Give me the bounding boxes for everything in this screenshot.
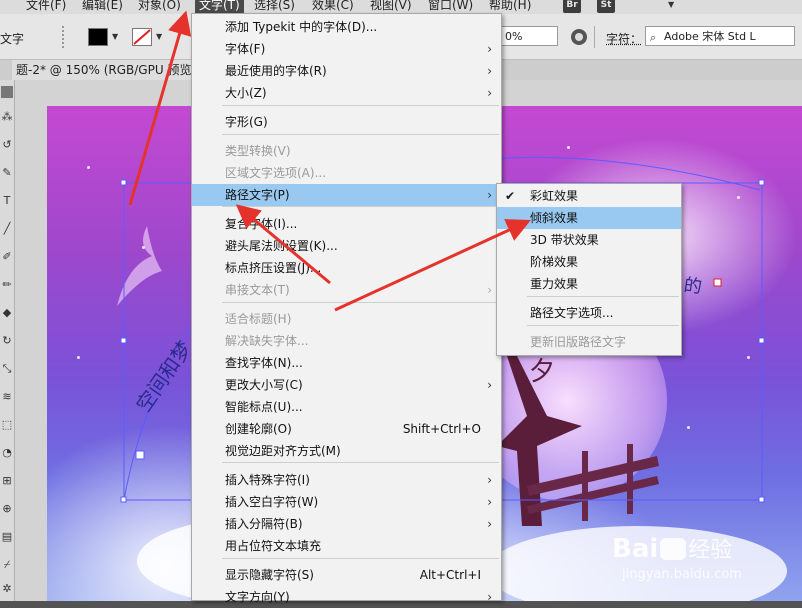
type-menu-item[interactable]: 用占位符文本填充	[192, 535, 501, 557]
path-type-item[interactable]: 倾斜效果	[497, 207, 681, 229]
menu-separator	[222, 134, 499, 135]
type-menu-item: 解决缺失字体...	[192, 330, 501, 352]
menu-item-label: 避头尾法则设置(K)...	[225, 239, 338, 253]
type-menu-item[interactable]: 文字方向(Y) ›	[192, 586, 501, 608]
menu-item-shortcut: Shift+Ctrl+O	[402, 422, 481, 436]
menu-separator	[222, 558, 499, 559]
type-menu-item[interactable]: 大小(Z) ›	[192, 82, 501, 104]
type-menu-item[interactable]: 创建轮廓(O) Shift+Ctrl+O	[192, 418, 501, 440]
checkmark-icon: ✔	[505, 189, 516, 203]
type-menu-item: 区域文字选项(A)...	[192, 162, 501, 184]
menu-separator	[222, 302, 499, 303]
submenu-arrow-icon: ›	[487, 188, 492, 202]
submenu-arrow-icon: ›	[487, 378, 492, 392]
menu-item-label: 显示隐藏字符(S)	[225, 568, 314, 582]
type-menu-item[interactable]: 插入空白字符(W) ›	[192, 491, 501, 513]
menu-item-label: 彩虹效果	[530, 189, 579, 203]
path-type-item[interactable]: ✔ 彩虹效果	[497, 185, 681, 207]
submenu-arrow-icon: ›	[487, 517, 492, 531]
menu-item-label: 更改大小写(C)	[225, 378, 303, 392]
type-menu-item: 类型转换(V)	[192, 140, 501, 162]
menu-item-label: 插入分隔符(B)	[225, 517, 303, 531]
submenu-arrow-icon: ›	[487, 495, 492, 509]
path-type-item: 更新旧版路径文字	[497, 331, 681, 353]
menu-item-label: 插入特殊字符(I)	[225, 473, 310, 487]
submenu-arrow-icon: ›	[487, 42, 492, 56]
submenu-arrow-icon: ›	[487, 473, 492, 487]
type-menu-item[interactable]: 显示隐藏字符(S) Alt+Ctrl+I	[192, 564, 501, 586]
type-menu-item[interactable]: 插入分隔符(B) ›	[192, 513, 501, 535]
type-menu: 添加 Typekit 中的字体(D)... 字体(F) › 最近使用的字体(R) › 大小…	[191, 13, 502, 604]
menu-item-label: 插入空白字符(W)	[225, 495, 319, 509]
type-menu-item[interactable]: 添加 Typekit 中的字体(D)...	[192, 16, 501, 38]
menu-separator	[222, 105, 499, 106]
baidu-logo: Bai 经验	[612, 534, 733, 564]
submenu-arrow-icon: ›	[487, 283, 492, 297]
menu-item-label: 标点挤压设置(J)...	[225, 261, 322, 275]
menu-item-label: 解决缺失字体...	[225, 334, 309, 348]
watermark-url: jingyan.baidu.com	[622, 567, 742, 582]
type-menu-item[interactable]: 标点挤压设置(J)...	[192, 257, 501, 279]
menu-separator	[527, 325, 679, 326]
path-type-item[interactable]: 3D 带状效果	[497, 229, 681, 251]
menu-item-label: 视觉边距对齐方式(M)	[225, 444, 341, 458]
menu-item-label: 大小(Z)	[225, 86, 267, 100]
menu-item-label: 最近使用的字体(R)	[225, 64, 327, 78]
type-menu-item[interactable]: 智能标点(U)...	[192, 396, 501, 418]
menu-item-label: 复合字体(I)...	[225, 217, 298, 231]
menu-item-label: 字体(F)	[225, 42, 266, 56]
type-menu-item[interactable]: 路径文字(P) ›	[192, 184, 501, 206]
path-type-submenu: ✔ 彩虹效果倾斜效果 3D 带状效果 阶梯效果重力效果路径文字选项... 更新旧版路径文…	[496, 183, 682, 356]
menu-item-label: 重力效果	[530, 277, 579, 291]
type-menu-item[interactable]: 插入特殊字符(I) ›	[192, 469, 501, 491]
menu-item-label: 查找字体(N)...	[225, 356, 303, 370]
type-menu-item[interactable]: 字形(G)	[192, 111, 501, 133]
paw-icon	[660, 538, 687, 560]
submenu-arrow-icon: ›	[487, 64, 492, 78]
type-menu-item[interactable]: 避头尾法则设置(K)...	[192, 235, 501, 257]
type-menu-item: 适合标题(H)	[192, 308, 501, 330]
type-menu-item[interactable]: 视觉边距对齐方式(M)	[192, 440, 501, 462]
menu-separator	[222, 462, 499, 463]
menu-item-label: 串接文本(T)	[225, 283, 290, 297]
type-menu-item[interactable]: 最近使用的字体(R) ›	[192, 60, 501, 82]
menu-item-label: 阶梯效果	[530, 255, 579, 269]
menu-item-label: 智能标点(U)...	[225, 400, 303, 414]
menu-item-label: 创建轮廓(O)	[225, 422, 292, 436]
path-type-item[interactable]: 路径文字选项...	[497, 302, 681, 324]
menu-item-label: 倾斜效果	[530, 211, 579, 225]
menu-item-shortcut: Alt+Ctrl+I	[419, 568, 481, 582]
menu-item-label: 适合标题(H)	[225, 312, 292, 326]
menu-item-label: 路径文字选项...	[530, 306, 614, 320]
menu-item-label: 用占位符文本填充	[225, 539, 322, 553]
path-type-item[interactable]: 重力效果	[497, 273, 681, 295]
type-menu-item[interactable]: 字体(F) ›	[192, 38, 501, 60]
type-menu-item[interactable]: 复合字体(I)...	[192, 213, 501, 235]
menu-item-label: 3D 带状效果	[530, 233, 599, 247]
type-menu-item: 串接文本(T) ›	[192, 279, 501, 301]
menu-item-label: 添加 Typekit 中的字体(D)...	[225, 20, 378, 34]
menu-item-label: 区域文字选项(A)...	[225, 166, 327, 180]
submenu-arrow-icon: ›	[487, 590, 492, 604]
submenu-arrow-icon: ›	[487, 86, 492, 100]
menu-item-label: 路径文字(P)	[225, 188, 290, 202]
path-type-item[interactable]: 阶梯效果	[497, 251, 681, 273]
menu-item-label: 文字方向(Y)	[225, 590, 290, 604]
type-menu-item[interactable]: 更改大小写(C) ›	[192, 374, 501, 396]
path-text: 的	[682, 274, 704, 299]
menu-item-label: 更新旧版路径文字	[530, 335, 627, 349]
menu-item-label: 类型转换(V)	[225, 144, 291, 158]
type-menu-item[interactable]: 查找字体(N)...	[192, 352, 501, 374]
menu-item-label: 字形(G)	[225, 115, 268, 129]
menu-separator	[222, 206, 499, 207]
menu-separator	[527, 296, 679, 297]
